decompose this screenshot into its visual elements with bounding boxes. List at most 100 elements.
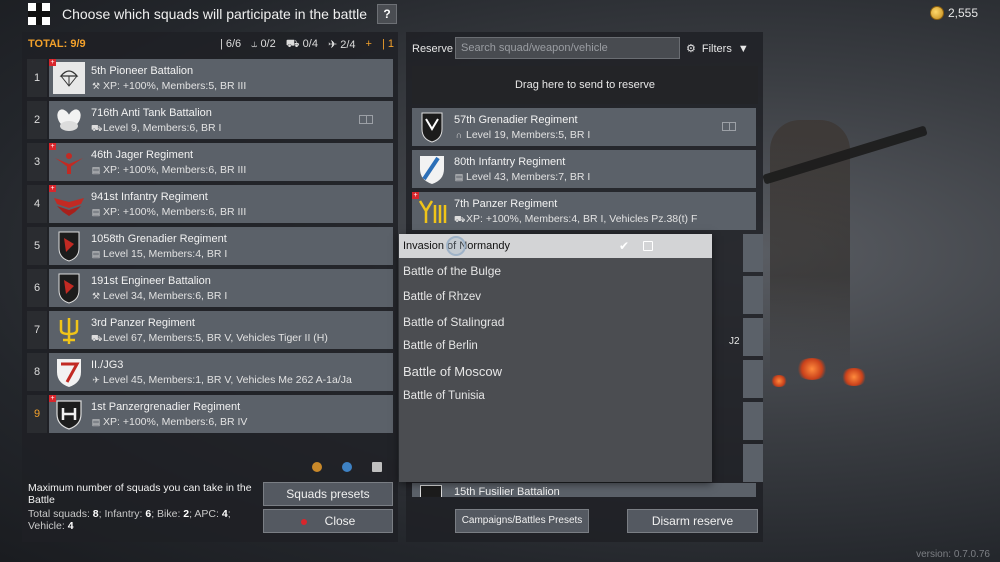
squad-meta: ▤ XP: +100%, Members:6, BR III: [91, 164, 247, 176]
category-counts: | 6/6 ⥿ 0/2 ⛟ 0/4 ✈ 2/4 + | 1: [220, 38, 394, 52]
blue-shield-emblem-icon: [420, 156, 444, 184]
squad-name: 7th Panzer Regiment: [454, 198, 558, 210]
squad-number: 9: [27, 395, 47, 433]
campaign-dropdown[interactable]: Invasion of Normandy ✔ Battle of the Bul…: [399, 234, 712, 482]
vehicle-count: ✈ 2/4: [327, 39, 356, 51]
squad-meta: ⛟Level 67, Members:5, BR V, Vehicles Tig…: [91, 332, 328, 344]
manual-book-icon[interactable]: [359, 115, 373, 124]
squad-meta: ✈ Level 45, Members:1, BR V, Vehicles Me …: [92, 374, 352, 386]
squad-name: 1058th Grenadier Regiment: [91, 233, 227, 245]
reserve-squad-row-partial[interactable]: [743, 444, 763, 482]
reserve-drop-zone[interactable]: Drag here to send to reserve: [412, 66, 758, 104]
reserve-squad-row[interactable]: 80th Infantry Regiment ▤ Level 43, Member…: [412, 150, 756, 188]
squad-meta: ∩ Level 19, Members:5, BR I: [455, 129, 591, 141]
squad-row-4[interactable]: 4 + 941st Infantry Regiment ▤ XP: +100%, …: [27, 185, 393, 223]
squad-row-2[interactable]: 2 716th Anti Tank Battalion ⛟Level 9, Me…: [27, 101, 393, 139]
funnel-icon: ▼: [737, 42, 749, 55]
shield-emblem-icon: [421, 112, 443, 143]
tank-hunter-icon: ⛟: [91, 123, 103, 133]
check-icon[interactable]: ✔: [619, 234, 629, 258]
dropdown-option[interactable]: Battle of Moscow: [399, 364, 712, 379]
dropdown-option[interactable]: Battle of Tunisia: [399, 390, 712, 402]
reserve-squad-row-partial[interactable]: J2: [729, 318, 763, 356]
panzergrenadier-shield-emblem-icon: [56, 400, 82, 430]
squad-number: 8: [27, 353, 47, 391]
squad-card[interactable]: + 46th Jager Regiment ▤ XP: +100%, Member…: [49, 143, 393, 181]
max-squads-text: Maximum number of squads you can take in…: [28, 482, 252, 506]
help-button[interactable]: ?: [377, 4, 397, 24]
reserve-squad-row[interactable]: + 7th Panzer Regiment ⛟XP: +100%, Member…: [412, 192, 756, 230]
dropdown-option[interactable]: Battle of Rhzev: [399, 291, 712, 303]
header-bar: Choose which squads will participate in …: [0, 0, 1000, 30]
squad-row-3[interactable]: 3 + 46th Jager Regiment ▤ XP: +100%, Memb…: [27, 143, 393, 181]
squad-meta: ▤ Level 15, Members:4, BR I: [91, 248, 228, 260]
manual-book-icon[interactable]: [722, 122, 736, 131]
squad-meta: ▤ XP: +100%, Members:6, BR IV: [91, 416, 248, 428]
bonus-badge: +: [49, 143, 56, 150]
disarm-reserve-button[interactable]: Disarm reserve: [627, 509, 758, 533]
squad-card[interactable]: + 5th Pioneer Battalion ⚒ XP: +100%, Memb…: [49, 59, 393, 97]
reserve-squad-row-partial[interactable]: [743, 276, 763, 314]
shield-emblem-icon: [58, 273, 80, 304]
squad-row-1[interactable]: 1 + 5th Pioneer Battalion ⚒ XP: +100%, Me…: [27, 59, 393, 97]
trident-emblem-icon: [59, 318, 79, 344]
eagle-emblem-icon: [55, 153, 83, 174]
squad-row-7[interactable]: 7 3rd Panzer Regiment ⛟Level 67, Members…: [27, 311, 393, 349]
squad-card[interactable]: + 941st Infantry Regiment ▤ XP: +100%, Me…: [49, 185, 393, 223]
filters-button[interactable]: ⚙ Filters ▼: [686, 42, 749, 56]
squad-card[interactable]: 191st Engineer Battalion ⚒ Level 34, Memb…: [49, 269, 393, 307]
reserve-label: Reserve: [412, 43, 453, 55]
squad-card[interactable]: 1058th Grenadier Regiment ▤ Level 15, Mem…: [49, 227, 393, 265]
reserve-squad-row-partial[interactable]: [743, 360, 763, 398]
squad-row-5[interactable]: 5 1058th Grenadier Regiment ▤ Level 15, M…: [27, 227, 393, 265]
reserve-squad-row-partial[interactable]: [743, 234, 763, 272]
blue-filter-icon[interactable]: [342, 462, 352, 472]
squad-name: 80th Infantry Regiment: [454, 156, 566, 168]
page-title: Choose which squads will participate in …: [62, 6, 368, 22]
totals-bar: TOTAL: 9/9 | 6/6 ⥿ 0/2 ⛟ 0/4 ✈ 2/4 + | 1: [22, 32, 398, 56]
gold-filter-icon[interactable]: [312, 462, 322, 472]
dropdown-option[interactable]: Battle of the Bulge: [399, 264, 712, 278]
squad-row-8[interactable]: 8 II./JG3 ✈ Level 45, Members:1, BR V, Ve…: [27, 353, 393, 391]
squad-card[interactable]: + 1st Panzergrenadier Regiment ▤ XP: +100…: [49, 395, 393, 433]
close-button[interactable]: Close: [263, 509, 393, 533]
book-filter-icon[interactable]: [372, 462, 382, 472]
book-icon: ▤: [91, 207, 101, 217]
plus-count-label: +: [365, 38, 372, 50]
balkenkreuz-icon: [28, 3, 50, 25]
dropdown-option[interactable]: Battle of Stalingrad: [399, 315, 712, 329]
gold-balance: 2,555: [929, 6, 978, 20]
parachute-emblem-icon: [53, 62, 85, 94]
winged-emblem-icon: [54, 198, 84, 216]
legend-icons: [312, 462, 382, 472]
reserve-squad-row[interactable]: 15th Fusilier Battalion: [412, 483, 756, 497]
squad-card[interactable]: 3rd Panzer Regiment ⛟Level 67, Members:5…: [49, 311, 393, 349]
squad-name: 15th Fusilier Battalion: [454, 486, 560, 497]
squad-name: 941st Infantry Regiment: [91, 191, 208, 203]
save-icon[interactable]: [643, 241, 653, 251]
squad-number: 7: [27, 311, 47, 349]
reserve-squad-row[interactable]: 57th Grenadier Regiment ∩ Level 19, Membe…: [412, 108, 756, 146]
jg3-shield-emblem-icon: [57, 359, 81, 387]
apc-count: ⛟ 0/4: [285, 38, 318, 50]
total-count: TOTAL: 9/9: [28, 38, 86, 50]
search-input[interactable]: [455, 37, 680, 59]
campaigns-presets-button[interactable]: Campaigns/Battles Presets: [455, 509, 589, 533]
squads-presets-button[interactable]: Squads presets: [263, 482, 393, 506]
plane-icon: ✈: [92, 375, 100, 385]
bonus-badge: +: [49, 59, 56, 66]
bonus-badge: +: [412, 192, 419, 199]
squad-card[interactable]: 716th Anti Tank Battalion ⛟Level 9, Memb…: [49, 101, 393, 139]
reserve-squad-row-partial[interactable]: [743, 402, 763, 440]
partial-label: J2: [729, 336, 740, 347]
squad-row-9[interactable]: 9 + 1st Panzergrenadier Regiment ▤ XP: +1…: [27, 395, 393, 433]
squad-meta: ⛟XP: +100%, Members:4, BR I, Vehicles Pz…: [454, 213, 698, 225]
squad-meta: ⚒ XP: +100%, Members:5, BR III: [91, 80, 247, 92]
squad-meta: ▤ XP: +100%, Members:6, BR III: [91, 206, 247, 218]
extra-count: | 1: [381, 38, 394, 50]
squad-card[interactable]: II./JG3 ✈ Level 45, Members:1, BR V, Vehi…: [49, 353, 393, 391]
dropdown-option[interactable]: Battle of Berlin: [399, 340, 712, 352]
tank-icon: ⛟: [454, 214, 466, 224]
squad-row-6[interactable]: 6 191st Engineer Battalion ⚒ Level 34, Me…: [27, 269, 393, 307]
bonus-badge: +: [49, 185, 56, 192]
